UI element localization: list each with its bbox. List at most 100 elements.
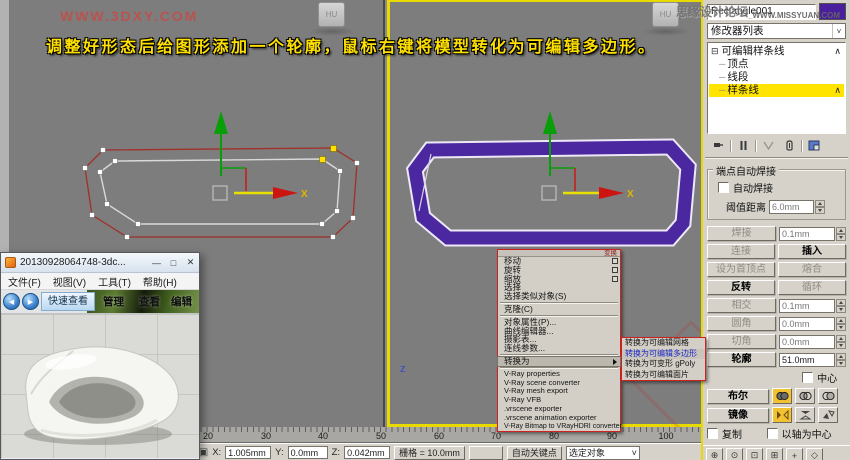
spinner-arrows[interactable] [836,298,846,313]
cycle-button[interactable]: 循环 [778,280,846,295]
chamfer-spinner[interactable]: 0.0mm [779,334,835,349]
selection-lock-icon[interactable]: ▣ [199,447,208,458]
divider [705,157,848,159]
spinner-arrows[interactable] [815,199,825,214]
menu-tools[interactable]: 工具(T) [98,274,131,289]
zoom-extents-icon[interactable]: ⊡ [746,448,763,460]
close-button[interactable]: ✕ [182,257,199,268]
menu-item-select-similar[interactable]: 选择类似对象(S) [498,292,620,301]
forward-icon[interactable]: ▶ [22,293,39,310]
viewer-title-bar[interactable]: 20130928064748-3dc... — □ ✕ [1,253,199,273]
menu-item-clone[interactable]: 克隆(C) [498,305,620,314]
weld-threshold-spinner[interactable]: 6.0mm [769,199,814,214]
minimize-button[interactable]: — [148,258,165,268]
x-coordinate-field[interactable]: 1.005mm [225,446,272,459]
viewcube-hu-badge[interactable]: HU [318,2,345,27]
cross-spinner[interactable]: 0.1mm [779,298,835,313]
fillet-spinner[interactable]: 0.0mm [779,316,835,331]
auto-weld-checkbox[interactable] [718,182,729,193]
spinner-arrows[interactable] [836,352,846,367]
center-checkbox[interactable] [802,372,814,383]
fuse-button[interactable]: 熔合 [778,262,846,277]
fillet-button[interactable]: 圆角 [707,316,776,331]
settings-box-icon[interactable] [612,258,618,265]
stack-caret-icon: ∧ [834,85,841,95]
maximize-button[interactable]: □ [165,258,182,268]
spinner-arrows[interactable] [836,334,846,349]
settings-box-icon[interactable] [612,266,618,273]
boolean-union-icon[interactable] [772,388,792,404]
mirror-vertical-icon[interactable] [795,407,815,423]
dxy-watermark: WWW.3DXY.COM [60,8,199,24]
mirror-button[interactable]: 镜像 [707,407,769,423]
weld-button[interactable]: 焊接 [707,226,776,241]
stack-item-spline-selected[interactable]: ─ 样条线 ∧ [709,84,844,97]
boolean-subtract-icon[interactable] [795,388,815,404]
quick-view-button[interactable]: 快速查看 [41,292,95,311]
weld-spinner[interactable]: 0.1mm [779,226,835,241]
about-pivot-checkbox[interactable] [766,428,778,439]
stack-toolbar [709,138,844,153]
menu-item-convert-to[interactable]: 转换为 [497,355,621,367]
settings-box-icon[interactable] [612,275,618,282]
outline-spinner[interactable]: 51.0mm [779,352,835,367]
view-button[interactable]: 查看 [139,294,160,309]
viewer-menu-bar: 文件(F) 视图(V) 工具(T) 帮助(H) [1,273,199,290]
zoom-all-icon[interactable]: ⊙ [726,448,743,460]
cross-insert-button[interactable]: 相交 [707,298,776,313]
viewcube-hu-badge[interactable]: HU [652,2,679,27]
submenu-item-editable-patch[interactable]: 转换为可编辑面片 [622,370,705,381]
zoom-icon[interactable]: ⊕ [706,448,723,460]
show-end-result-icon[interactable] [734,138,752,153]
object-name-field[interactable]: Rectangle001 [707,3,816,20]
configure-modifier-sets-icon[interactable] [805,138,823,153]
auto-key-button[interactable]: 自动关键点 [506,445,562,460]
make-unique-icon[interactable] [759,138,777,153]
collapse-box-icon[interactable]: ⊟ [711,45,719,58]
object-color-swatch[interactable] [819,3,846,20]
submenu-item-editable-mesh[interactable]: 转换为可编辑网格 [622,338,705,349]
z-coordinate-field[interactable]: 0.042mm [344,446,391,459]
modifier-stack: ⊟ 可编辑样条线 ∧ ─ 顶点 ─ 线段 ─ 样条线 ∧ [707,42,846,134]
pin-stack-icon[interactable] [709,138,727,153]
mirror-horizontal-icon[interactable] [772,407,792,423]
menu-item-vrscene-animation-exporter[interactable]: .vrscene animation exporter [498,413,620,423]
boolean-intersect-icon[interactable] [818,388,838,404]
make-first-button[interactable]: 设为首顶点 [707,262,775,277]
insert-button[interactable]: 插入 [778,244,846,259]
submenu-item-gpoly[interactable]: 转换为可变形 gPoly [622,359,705,370]
connect-button[interactable]: 连接 [707,244,775,259]
zoom-region-icon[interactable]: ⊞ [766,448,783,460]
selection-filter-dropdown[interactable]: 选定对象 ˅ [565,445,640,460]
edit-button[interactable]: 编辑 [171,294,192,309]
tutorial-caption: 调整好形态后给图形添加一个轮廓，鼠标右键将模型转化为可编辑多边形。 [46,39,657,56]
menu-item-wire-parameters[interactable]: 连线参数... [498,344,620,353]
stack-item-editable-spline[interactable]: ⊟ 可编辑样条线 ∧ [709,45,844,58]
mirror-both-icon[interactable] [818,407,838,423]
pan-icon[interactable]: + [786,448,803,460]
y-coordinate-field[interactable]: 0.0mm [287,446,328,459]
menu-help[interactable]: 帮助(H) [143,274,177,289]
stack-item-vertex[interactable]: ─ 顶点 [709,58,844,71]
spinner-arrows[interactable] [836,226,846,241]
grid-size-readout: 栅格 = 10.0mm [394,445,465,460]
boolean-button[interactable]: 布尔 [707,388,769,404]
tree-line-icon: ─ [719,59,726,69]
outline-button[interactable]: 轮廓 [707,352,776,367]
spinner-arrows[interactable] [836,316,846,331]
viewer-app-icon [5,257,16,268]
manage-button[interactable]: 管理 [103,294,124,309]
menu-item-vray-bitmap-converter[interactable]: V-Ray Bitmap to VRayHDRI converter [498,423,622,432]
remove-modifier-icon[interactable] [780,138,798,153]
modifier-list-dropdown[interactable]: 修改器列表 ˅ [707,23,846,39]
orbit-icon[interactable]: ◇ [806,448,823,460]
menu-file[interactable]: 文件(F) [8,274,41,289]
stack-item-segment[interactable]: ─ 线段 [709,71,844,84]
viewport-nav-toolbar: ⊕ ⊙ ⊡ ⊞ + ◇ [703,445,850,460]
back-icon[interactable]: ◀ [3,293,20,310]
copy-checkbox[interactable] [707,428,718,439]
menu-view[interactable]: 视图(V) [53,274,86,289]
chamfer-button[interactable]: 切角 [707,334,776,349]
submenu-item-editable-poly[interactable]: 转换为可编辑多边形 [622,348,705,359]
reverse-button[interactable]: 反转 [707,280,775,295]
